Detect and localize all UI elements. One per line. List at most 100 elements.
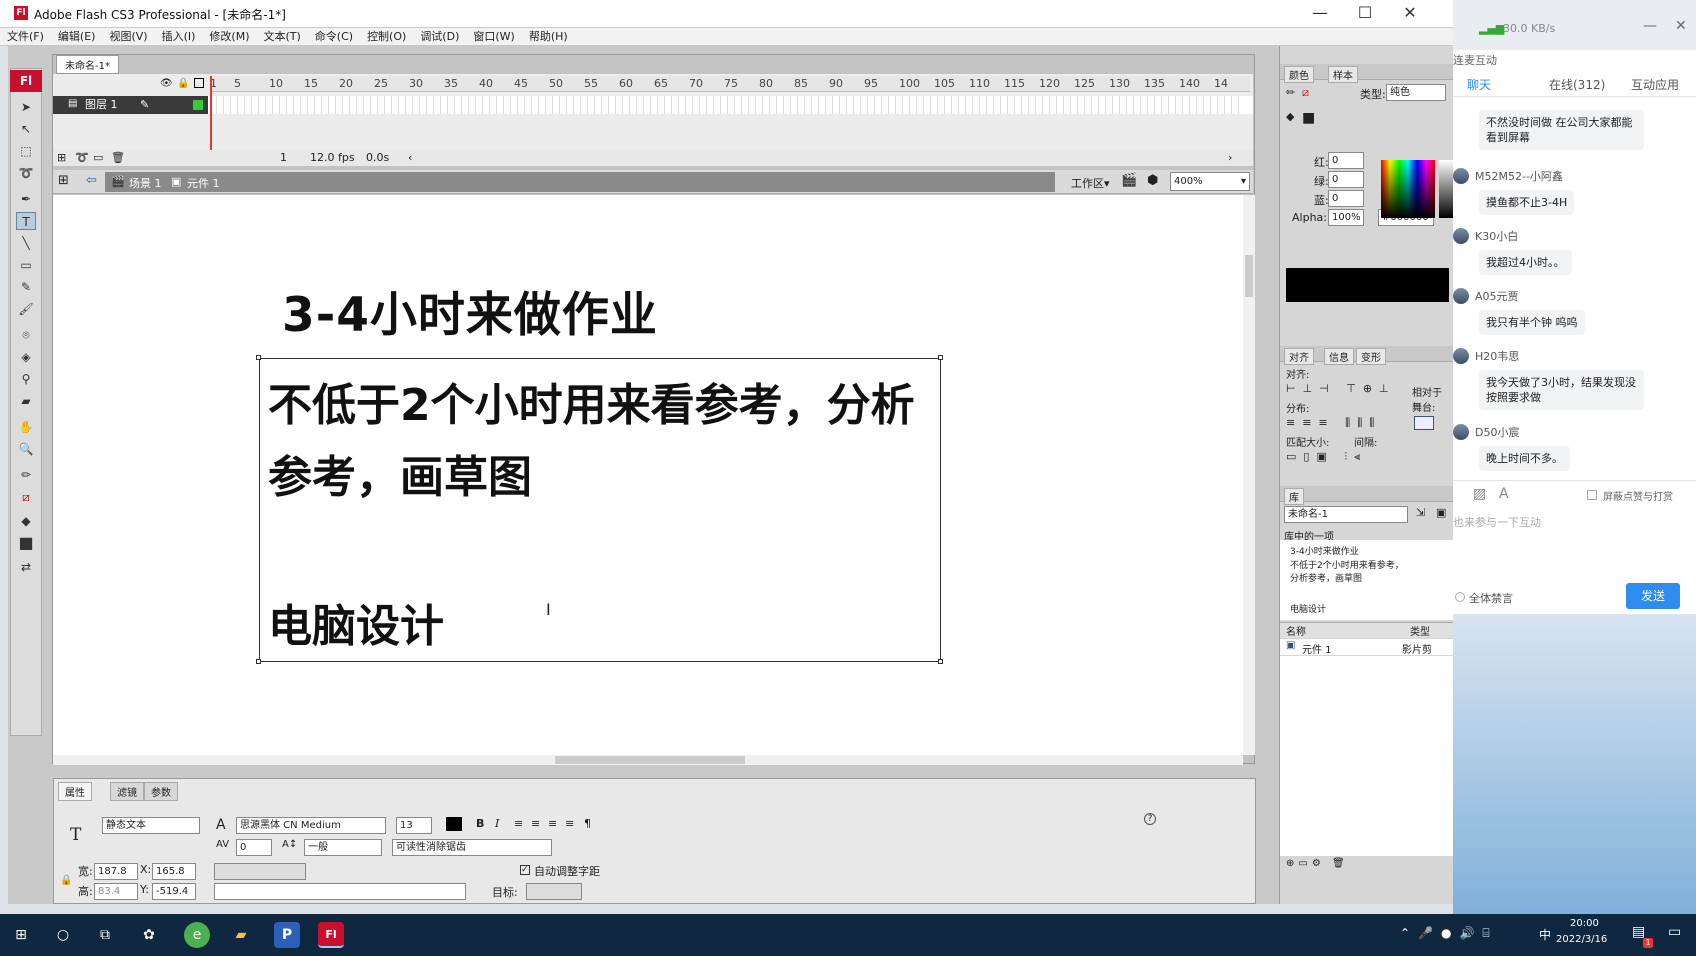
tab-online[interactable]: 在线(312) <box>1549 76 1605 93</box>
text-color-swatch[interactable] <box>446 817 462 831</box>
tab-apps[interactable]: 互动应用 <box>1631 76 1679 93</box>
lock-proportions-icon[interactable]: 🔒 <box>60 875 72 886</box>
anti-alias-select[interactable]: 可读性消除锯齿 <box>392 839 552 856</box>
mute-all-toggle[interactable] <box>1455 592 1465 602</box>
lasso-tool-icon[interactable]: ➰ <box>16 164 36 182</box>
workspace-menu[interactable]: 工作区▾ <box>1071 175 1110 191</box>
eraser-tool-icon[interactable]: ▰ <box>16 392 36 410</box>
document-tab[interactable]: 未命名-1* <box>56 55 119 74</box>
menu-help[interactable]: 帮助(H) <box>522 28 575 46</box>
clock-time[interactable]: 20:00 <box>1570 918 1599 929</box>
hand-tool-icon[interactable]: ✋ <box>16 418 36 436</box>
column-type[interactable]: 类型 <box>1410 623 1430 638</box>
app-icon[interactable]: ✿ <box>136 922 162 948</box>
ink-bottle-tool-icon[interactable]: ⌾ <box>16 326 36 344</box>
new-library-icon[interactable]: ▣ <box>1436 506 1446 519</box>
y-field[interactable]: -519.4 <box>152 883 196 900</box>
menu-commands[interactable]: 命令(C) <box>308 28 360 46</box>
send-button[interactable]: 发送 <box>1626 583 1680 609</box>
ime-indicator[interactable]: 中 <box>1539 926 1551 943</box>
browser-icon[interactable]: e <box>184 922 210 948</box>
action-center-icon[interactable]: ▭ <box>1668 924 1681 940</box>
color-type-select[interactable]: 纯色 <box>1386 84 1446 101</box>
edit-scene-icon[interactable]: 🎬 <box>1121 173 1137 188</box>
tab-chat[interactable]: 聊天 <box>1467 76 1491 93</box>
char-position-select[interactable]: 一般 <box>304 839 382 856</box>
font-size-field[interactable]: 13 <box>396 817 432 834</box>
library-doc-select[interactable]: 未命名-1 <box>1284 506 1408 523</box>
paint-bucket-tool-icon[interactable]: ◈ <box>16 348 36 366</box>
resize-handle[interactable] <box>256 355 261 360</box>
swap-colors-icon[interactable]: ⇄ <box>16 558 36 576</box>
text-type-select[interactable]: 静态文本 <box>102 817 200 834</box>
fill-color-none-icon[interactable]: ⧄ <box>16 488 36 506</box>
fill-swatch-icon[interactable]: ■ <box>1302 110 1315 126</box>
horizontal-scroll-thumb[interactable] <box>555 756 745 764</box>
resize-handle[interactable] <box>256 659 261 664</box>
edit-symbol-icon[interactable]: ⬢ <box>1147 173 1158 188</box>
breadcrumb-scene[interactable]: 场景 1 <box>129 175 162 191</box>
zoom-select[interactable]: 400% ▾ <box>1170 172 1250 191</box>
tab-filters[interactable]: 滤镜 <box>110 782 144 801</box>
scroll-left-icon[interactable]: ‹ <box>408 151 412 164</box>
menu-edit[interactable]: 编辑(E) <box>51 28 103 46</box>
align-center-icon[interactable]: ≡ <box>531 817 540 830</box>
alpha-field[interactable]: 100% <box>1328 209 1364 226</box>
close-button[interactable]: ✕ <box>1390 0 1430 28</box>
resize-handle[interactable] <box>938 659 943 664</box>
target-select[interactable] <box>526 883 582 900</box>
width-field[interactable]: 187.8 <box>94 863 138 880</box>
menu-file[interactable]: 文件(F) <box>0 28 51 46</box>
minimize-button[interactable]: — <box>1300 0 1340 28</box>
distribute-buttons-icon[interactable]: ≡≡≡ ⫼⫼⫼ <box>1286 416 1381 430</box>
menu-control[interactable]: 控制(O) <box>360 28 413 46</box>
eye-icon[interactable]: 👁 <box>160 78 173 89</box>
back-arrow-icon[interactable]: ⇦ <box>86 173 97 188</box>
text-tool-icon[interactable]: T <box>16 212 36 230</box>
menu-window[interactable]: 窗口(W) <box>466 28 521 46</box>
match-size-buttons-icon[interactable]: ▭▯▣ ⫶⫷ <box>1286 450 1367 464</box>
tab-swatches[interactable]: 样本 <box>1328 66 1358 83</box>
to-stage-button[interactable] <box>1414 416 1434 430</box>
url-field[interactable] <box>214 863 306 880</box>
stage-heading-text[interactable]: 3-4小时来做作业 <box>282 276 658 345</box>
file-explorer-icon[interactable]: ▰ <box>228 922 254 948</box>
add-folder-icon[interactable]: ▭ <box>93 151 103 164</box>
frame-grid[interactable] <box>210 96 1240 114</box>
tab-library[interactable]: 库 <box>1284 488 1304 505</box>
chat-close-icon[interactable]: ✕ <box>1675 18 1687 34</box>
color-spectrum-picker[interactable] <box>1381 160 1435 218</box>
stroke-none-icon[interactable]: ⧄ <box>1302 86 1309 100</box>
outline-icon[interactable] <box>194 78 204 88</box>
add-layer-icon[interactable]: ⊞ <box>57 151 66 164</box>
font-select[interactable]: 思源黑体 CN Medium <box>236 817 386 834</box>
lock-icon[interactable]: 🔒 <box>177 78 189 89</box>
add-guide-icon[interactable]: ➰ <box>75 151 89 164</box>
stroke-color-icon[interactable]: ✏ <box>16 466 36 484</box>
height-field[interactable]: 83.4 <box>94 883 138 900</box>
fill-swatch-icon[interactable]: ■ <box>16 534 36 552</box>
search-icon[interactable]: ○ <box>50 922 76 948</box>
maximize-button[interactable]: ☐ <box>1345 0 1385 28</box>
tab-transform[interactable]: 变形 <box>1356 348 1386 365</box>
align-right-icon[interactable]: ≡ <box>548 817 557 830</box>
playhead[interactable] <box>210 76 212 156</box>
powerpoint-icon[interactable]: P <box>274 922 300 948</box>
column-name[interactable]: 名称 <box>1286 623 1306 638</box>
scroll-right-icon[interactable]: › <box>1228 151 1232 164</box>
delete-layer-icon[interactable]: 🗑 <box>111 151 125 164</box>
menu-text[interactable]: 文本(T) <box>256 28 307 46</box>
rectangle-tool-icon[interactable]: ▭ <box>16 256 36 274</box>
justify-icon[interactable]: ≡ <box>565 817 574 830</box>
eyedropper-tool-icon[interactable]: ⚲ <box>16 370 36 388</box>
help-icon[interactable]: ? <box>1144 813 1156 825</box>
align-buttons-icon[interactable]: ⊢⊥⊣ ⊤⊕⊥ <box>1286 382 1396 395</box>
fill-bucket-icon[interactable]: ◆ <box>16 512 36 530</box>
green-field[interactable]: 0 <box>1328 171 1364 188</box>
menu-debug[interactable]: 调试(D) <box>413 28 466 46</box>
pin-icon[interactable]: ⇲ <box>1416 506 1425 519</box>
brush-tool-icon[interactable]: 🖌 <box>16 300 36 318</box>
library-footer-icons[interactable]: ⊕▭⚙ 🗑 <box>1286 858 1349 869</box>
align-left-icon[interactable]: ≡ <box>514 817 523 830</box>
menu-insert[interactable]: 插入(I) <box>155 28 203 46</box>
